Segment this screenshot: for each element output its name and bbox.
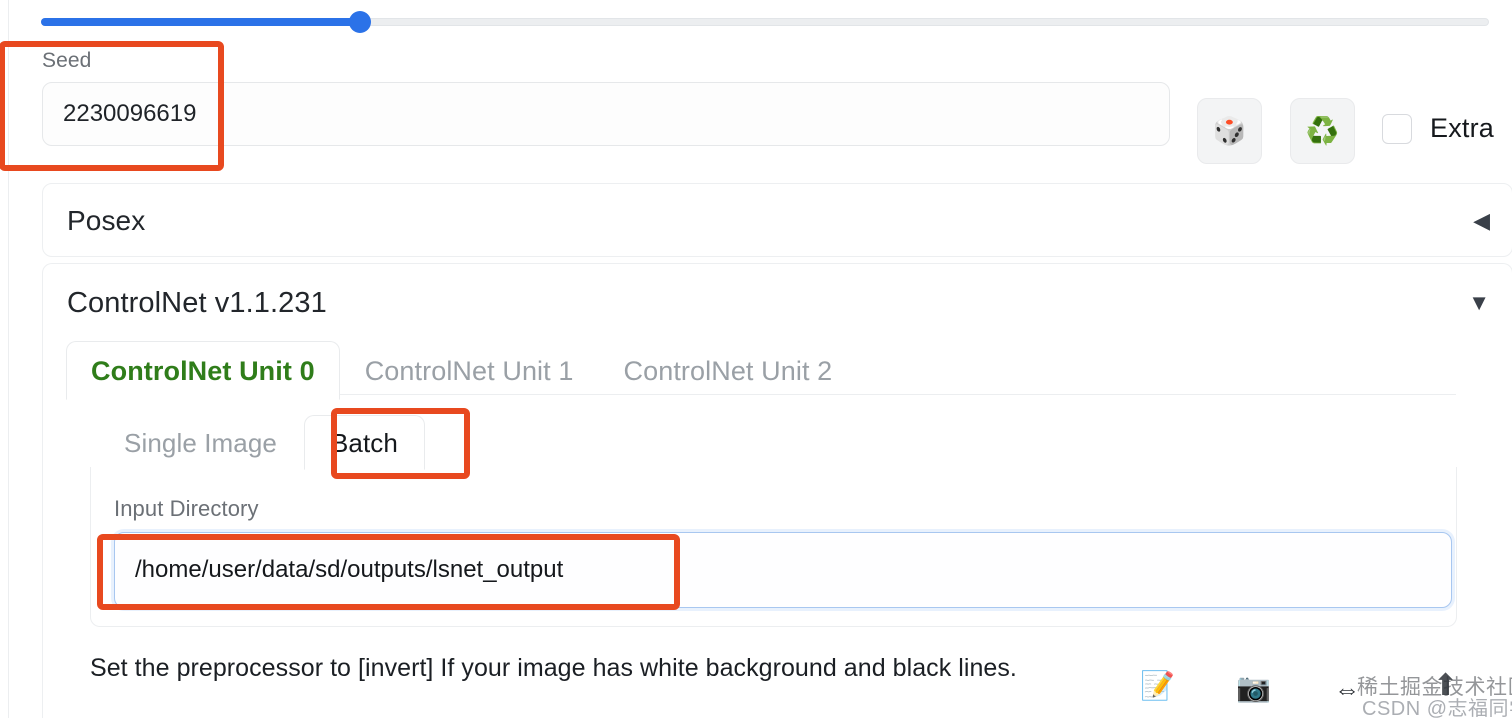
posex-panel-title: Posex (67, 205, 146, 236)
recycle-icon: ♻️ (1305, 115, 1340, 146)
swap-arrows-icon[interactable]: ⇔ (1334, 676, 1360, 702)
tab-controlnet-unit-0[interactable]: ControlNet Unit 0 (66, 341, 340, 400)
seed-input[interactable] (42, 82, 1170, 146)
app-frame: Seed 🎲 ♻️ Extra Posex ◀ ControlNet v1.1.… (0, 0, 1512, 718)
seed-label: Seed (42, 49, 92, 72)
parameter-slider[interactable] (41, 11, 1489, 33)
edit-icon[interactable]: 📝 (1140, 672, 1175, 700)
camera-icon[interactable]: 📷 (1236, 674, 1271, 702)
controlnet-panel-header[interactable]: ControlNet v1.1.231 ▼ (43, 264, 1512, 342)
extra-checkbox-wrapper[interactable]: Extra (1382, 113, 1494, 144)
input-directory-label: Input Directory (114, 496, 259, 521)
tab-controlnet-unit-2[interactable]: ControlNet Unit 2 (598, 341, 857, 400)
randomize-seed-button[interactable]: 🎲 (1197, 98, 1262, 164)
slider-fill (41, 18, 360, 26)
extra-label: Extra (1430, 113, 1495, 143)
preprocessor-hint-text: Set the preprocessor to [invert] If your… (90, 654, 1017, 682)
chevron-down-icon[interactable]: ▼ (1468, 292, 1490, 314)
controlnet-panel-title: ControlNet v1.1.231 (67, 286, 327, 319)
input-directory-field[interactable] (114, 532, 1452, 608)
input-mode-tabs: Single Image Batch (97, 415, 425, 470)
chevron-left-icon[interactable]: ◀ (1473, 210, 1490, 232)
controlnet-unit-tabs: ControlNet Unit 0 ControlNet Unit 1 Cont… (66, 341, 857, 400)
dice-icon: 🎲 (1212, 115, 1247, 146)
posex-panel[interactable]: Posex ◀ (42, 183, 1512, 257)
posex-panel-header[interactable]: Posex ◀ (43, 184, 1512, 258)
app-screenshot: Seed 🎲 ♻️ Extra Posex ◀ ControlNet v1.1.… (0, 0, 1512, 718)
seed-block: Seed (42, 48, 1170, 146)
slider-thumb[interactable] (348, 11, 371, 33)
reuse-seed-button[interactable]: ♻️ (1290, 98, 1355, 164)
tab-controlnet-unit-1[interactable]: ControlNet Unit 1 (340, 341, 599, 400)
tab-single-image[interactable]: Single Image (97, 415, 304, 470)
extra-checkbox[interactable] (1382, 113, 1412, 144)
tab-batch[interactable]: Batch (303, 415, 425, 470)
